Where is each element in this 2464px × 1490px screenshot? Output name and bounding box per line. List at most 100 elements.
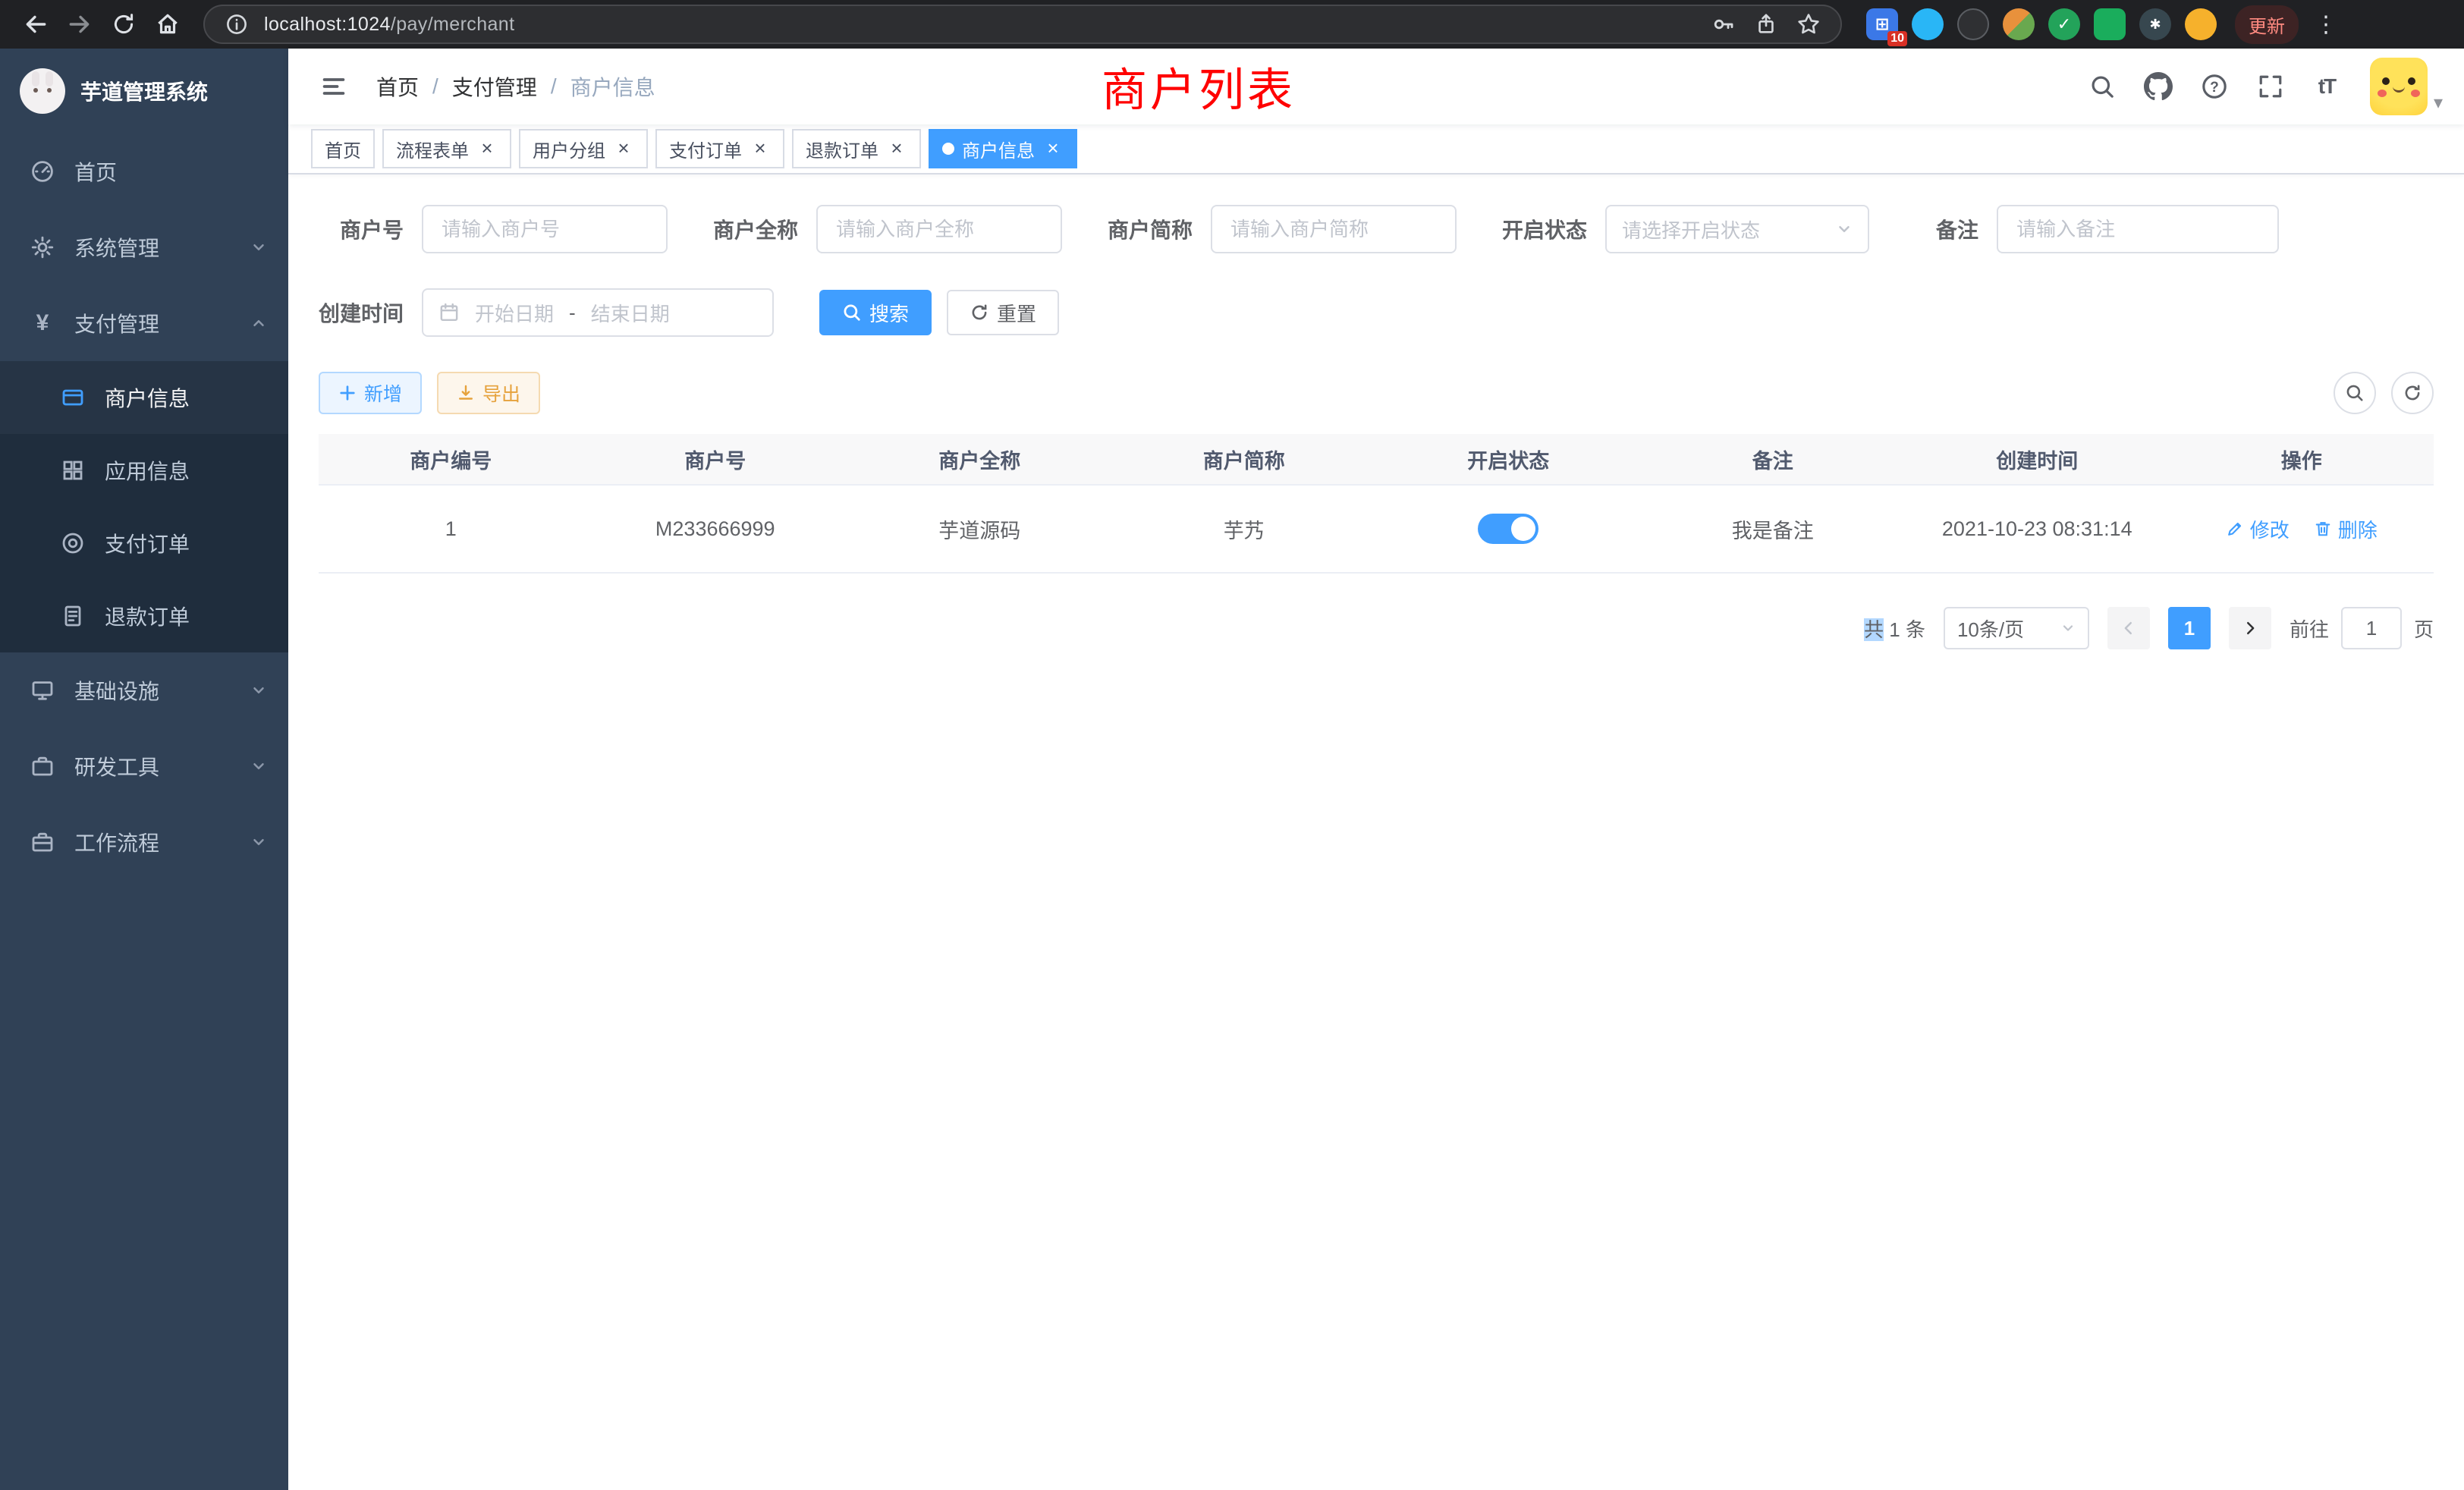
remark-label: 备注 [1936, 214, 1978, 244]
tab-merchant-info[interactable]: 商户信息× [929, 129, 1077, 168]
logo-avatar-image [20, 68, 65, 114]
extension-green-square-icon[interactable] [2094, 8, 2126, 40]
next-page-button[interactable] [2229, 607, 2271, 649]
tab-home[interactable]: 首页 [311, 129, 375, 168]
hamburger-icon[interactable] [310, 62, 358, 111]
sidebar-item-infrastructure[interactable]: 基础设施 [0, 652, 288, 728]
sidebar-item-workflow[interactable]: 工作流程 [0, 804, 288, 880]
password-key-icon[interactable] [1708, 9, 1739, 39]
reload-button[interactable] [103, 4, 144, 45]
close-icon[interactable]: × [1042, 138, 1064, 159]
main-area: 首页 / 支付管理 / 商户信息 商户列表 ? tT ▾ 首页 [288, 49, 2464, 1490]
cell-full-name: 芋道源码 [847, 486, 1112, 574]
sidebar-item-home[interactable]: 首页 [0, 134, 288, 209]
extension-monkey-icon[interactable] [2185, 8, 2217, 40]
add-button[interactable]: 新增 [319, 372, 422, 414]
page-number-current[interactable]: 1 [2168, 607, 2211, 649]
reset-button[interactable]: 重置 [947, 290, 1059, 335]
sidebar-item-merchant-info[interactable]: 商户信息 [0, 361, 288, 434]
column-header: 创建时间 [1905, 434, 2170, 486]
tab-process-form[interactable]: 流程表单× [382, 129, 511, 168]
sidebar-item-payment-orders[interactable]: 支付订单 [0, 507, 288, 580]
chevron-down-icon [250, 834, 267, 850]
url-bar[interactable]: localhost:1024/pay/merchant [203, 5, 1842, 44]
card-icon [61, 385, 85, 410]
extension-badge: 10 [1887, 31, 1907, 46]
breadcrumb-payment[interactable]: 支付管理 [452, 71, 537, 102]
sidebar-item-payment[interactable]: ¥ 支付管理 [0, 285, 288, 361]
payment-submenu: 商户信息 应用信息 支付订单 退款订单 [0, 361, 288, 652]
pagination-total: 共 1 条 [1864, 615, 1925, 643]
export-button[interactable]: 导出 [437, 372, 540, 414]
full-name-label: 商户全称 [713, 214, 798, 244]
browser-update-button[interactable]: 更新 [2235, 5, 2299, 44]
delete-button[interactable]: 删除 [2314, 515, 2378, 543]
date-range-picker[interactable]: 开始日期 - 结束日期 [422, 288, 774, 337]
tab-refund-orders[interactable]: 退款订单× [792, 129, 921, 168]
avatar[interactable] [2370, 58, 2428, 115]
full-name-input[interactable] [816, 205, 1062, 253]
font-size-icon[interactable]: tT [2302, 61, 2352, 112]
chevron-down-icon [1836, 221, 1853, 237]
remark-input[interactable] [1997, 205, 2279, 253]
app-logo[interactable]: 芋道管理系统 [0, 49, 288, 134]
search-button[interactable]: 搜索 [819, 290, 932, 335]
pagination-jump: 前往 页 [2290, 607, 2434, 649]
close-icon[interactable]: × [750, 138, 771, 159]
column-header: 商户号 [583, 434, 848, 486]
sidebar-item-system[interactable]: 系统管理 [0, 209, 288, 285]
refresh-icon[interactable] [2391, 372, 2434, 414]
url-text: localhost:1024/pay/merchant [264, 14, 514, 36]
merchant-no-input[interactable] [422, 205, 668, 253]
page-content: 商户号 商户全称 商户简称 开启状态 请选择开启状态 [288, 174, 2464, 1490]
edit-button[interactable]: 修改 [2226, 515, 2290, 543]
status-select[interactable]: 请选择开启状态 [1605, 205, 1869, 253]
tab-payment-orders[interactable]: 支付订单× [655, 129, 784, 168]
forward-button[interactable] [59, 4, 100, 45]
help-icon[interactable]: ? [2189, 61, 2239, 112]
close-icon[interactable]: × [476, 138, 498, 159]
short-name-label: 商户简称 [1108, 214, 1193, 244]
share-icon[interactable] [1751, 9, 1781, 39]
github-icon[interactable] [2133, 61, 2183, 112]
extension-check-icon[interactable]: ✓ [2048, 8, 2080, 40]
active-dot [942, 143, 954, 155]
filter-row-2: 创建时间 开始日期 - 结束日期 搜索 重置 [319, 288, 2434, 337]
grid-icon [61, 458, 85, 483]
tags-view: 首页 流程表单× 用户分组× 支付订单× 退款订单× 商户信息× [288, 124, 2464, 174]
start-date-placeholder: 开始日期 [475, 299, 554, 327]
cell-id: 1 [319, 486, 583, 574]
extension-drop-icon[interactable] [1912, 8, 1944, 40]
extension-dark-icon[interactable] [1957, 8, 1989, 40]
sidebar-item-refund-orders[interactable]: 退款订单 [0, 580, 288, 652]
jump-page-input[interactable] [2341, 607, 2402, 649]
back-button[interactable] [15, 4, 56, 45]
breadcrumb-home[interactable]: 首页 [376, 71, 419, 102]
close-icon[interactable]: × [613, 138, 634, 159]
extension-grid-icon[interactable]: ⊞10 [1866, 8, 1898, 40]
browser-menu-icon[interactable]: ⋮ [2311, 11, 2341, 38]
browser-chrome: localhost:1024/pay/merchant ⊞10 ✓ ✱ 更新 ⋮ [0, 0, 2464, 49]
page-size-select[interactable]: 10条/页 [1944, 607, 2089, 649]
cell-create-time: 2021-10-23 08:31:14 [1905, 486, 2170, 574]
fullscreen-icon[interactable] [2246, 61, 2296, 112]
status-toggle[interactable] [1478, 514, 1538, 544]
home-button[interactable] [147, 4, 188, 45]
close-icon[interactable]: × [886, 138, 907, 159]
extension-pinwheel-icon[interactable]: ✱ [2139, 8, 2171, 40]
tab-user-group[interactable]: 用户分组× [519, 129, 648, 168]
site-info-icon[interactable] [222, 9, 252, 39]
create-time-label: 创建时间 [319, 297, 404, 328]
user-menu[interactable]: ▾ [2370, 58, 2443, 115]
app-title: 芋道管理系统 [80, 76, 208, 106]
short-name-input[interactable] [1211, 205, 1457, 253]
bookmark-star-icon[interactable] [1793, 9, 1824, 39]
navbar-actions: ? tT ▾ [2077, 58, 2443, 115]
sidebar-item-dev-tools[interactable]: 研发工具 [0, 728, 288, 804]
toggle-search-icon[interactable] [2334, 372, 2376, 414]
extension-avatar-icon[interactable] [2003, 8, 2035, 40]
search-icon[interactable] [2077, 61, 2127, 112]
merchant-table: 商户编号 商户号 商户全称 商户简称 开启状态 备注 创建时间 操作 1 M23… [319, 434, 2434, 574]
prev-page-button[interactable] [2107, 607, 2150, 649]
sidebar-item-app-info[interactable]: 应用信息 [0, 434, 288, 507]
